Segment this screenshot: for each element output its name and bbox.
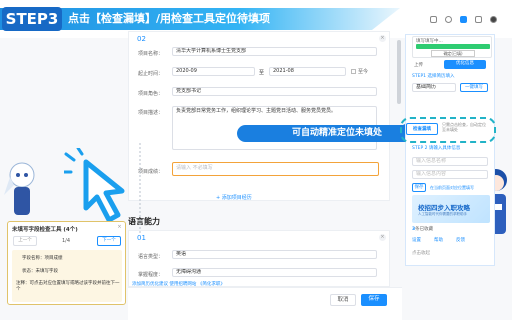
language-type-label: 语言类型：: [137, 254, 163, 260]
popup-counter: 1/4: [62, 238, 71, 244]
close-icon[interactable]: ×: [379, 35, 386, 42]
tab-upload[interactable]: 上传: [414, 62, 423, 68]
progress-mini-window: 填写填写中... 确定(已填): [412, 36, 492, 58]
feedback-link[interactable]: 反馈: [456, 237, 465, 243]
fill-button[interactable]: 一键填写: [460, 83, 488, 92]
close-icon[interactable]: ×: [116, 224, 123, 231]
proficiency-label: 掌握程度：: [137, 272, 163, 278]
settings-link[interactable]: 设置: [412, 237, 421, 243]
banner-subtitle: 人工智能时代你需要的求职助手: [418, 212, 467, 216]
language-number: 01: [137, 234, 146, 242]
extension-icon[interactable]: [445, 16, 452, 23]
check-hint: 只需点击检查，自动定位至未填处: [442, 122, 486, 132]
info-name-input[interactable]: 输入信息名称: [412, 157, 488, 166]
mascot-left: [4, 162, 35, 215]
tip-row: 注释：可点击对应位置填写或略过该字段并前往下一个: [16, 281, 120, 293]
puzzle-icon[interactable]: [475, 16, 482, 23]
field-name-value: 项目成绩: [44, 256, 63, 261]
collapse-text[interactable]: 点击收起: [412, 250, 430, 256]
role-input[interactable]: 党支部书记: [172, 87, 377, 96]
help-link[interactable]: 帮助: [434, 237, 443, 243]
cancel-button[interactable]: 取消: [330, 294, 356, 306]
page-title: 点击【检查漏填】/用检查工具定位待填项: [68, 12, 271, 25]
status-label: 状态：: [22, 269, 36, 274]
close-icon[interactable]: ×: [379, 234, 386, 241]
section-number: 02: [137, 35, 146, 43]
progress-bar: [416, 44, 490, 49]
next-button[interactable]: 下一个: [97, 236, 121, 246]
scrollbar-thumb[interactable]: [397, 40, 401, 104]
favorites-count: 3条已收藏: [412, 226, 433, 232]
add-project-link[interactable]: + 添加项目经历: [216, 194, 252, 201]
step1-label: STEP1 选择简历填入: [412, 74, 455, 79]
promo-banner[interactable]: 校招四步入职攻略 人工智能时代你需要的求职助手: [412, 195, 490, 223]
achievement-input[interactable]: 请输入 不必填写: [172, 162, 379, 176]
banner-title: 校招四步入职攻略: [418, 204, 470, 212]
field-name-row: 字段名称：项目成绩: [22, 255, 63, 261]
present-label: 至今: [358, 69, 369, 75]
present-checkbox[interactable]: [351, 69, 356, 74]
mini-confirm-button[interactable]: 确定(已填): [431, 50, 475, 57]
field-label-time: 起止时间：: [137, 71, 163, 77]
save-hint: 在当前页面对应位置填写: [430, 185, 474, 190]
status-value: 未填写字段: [35, 269, 59, 274]
field-label-name: 项目名称：: [137, 51, 163, 57]
save-button[interactable]: 保存: [361, 294, 387, 306]
proficiency-select[interactable]: 无障碍沟通: [172, 268, 377, 277]
language-card: 01 × 语言类型： 英语 掌握程度： 无障碍沟通: [128, 230, 390, 287]
step2-label: STEP 2 请输入具体信息: [412, 146, 461, 151]
tip-value: 可点击对应位置填写或略过该字段并前往下一个: [16, 281, 120, 292]
field-label-desc: 项目描述：: [137, 110, 163, 116]
language-type-select[interactable]: 英语: [172, 250, 377, 259]
dashed-guide: [139, 143, 141, 233]
project-card: 02 × 项目名称： 清华大学计算机系博士生党支部 起止时间： 2020-09 …: [128, 31, 390, 201]
profile-icon[interactable]: [490, 16, 497, 23]
translate-icon[interactable]: [430, 16, 437, 23]
extension-panel: 填写填写中... 确定(已填) 上传 优化信息 STEP1 选择简历填入 基础简…: [400, 34, 496, 266]
check-unfilled-button[interactable]: 检查漏填: [406, 123, 438, 135]
resume-dropdown[interactable]: 基础简历: [412, 83, 456, 92]
tab-optimize[interactable]: 优化信息: [444, 60, 486, 69]
end-date-input[interactable]: 2021-08: [269, 67, 346, 76]
app-ext-icon[interactable]: [460, 16, 467, 23]
field-name-label: 字段名称：: [22, 256, 45, 261]
popup-info-box: 字段名称：项目成绩 状态：未填写字段 注释：可点击对应位置填写或略过该字段并前往…: [12, 250, 122, 302]
info-content-input[interactable]: 输入信息内容: [412, 170, 488, 179]
field-label-role: 项目角色：: [137, 91, 163, 97]
status-row: 状态：未填写字段: [22, 268, 58, 274]
add-project-label: 添加项目经历: [221, 195, 252, 201]
panel-save-button[interactable]: 保存: [412, 183, 426, 192]
project-name-input[interactable]: 清华大学计算机系博士生党支部: [172, 47, 377, 56]
step-badge: STEP3: [2, 7, 62, 31]
date-separator: 至: [259, 70, 265, 76]
favorites-label: 条已收藏: [415, 227, 434, 232]
tip-label: 注释：: [16, 281, 30, 286]
start-date-input[interactable]: 2020-09: [172, 67, 255, 76]
